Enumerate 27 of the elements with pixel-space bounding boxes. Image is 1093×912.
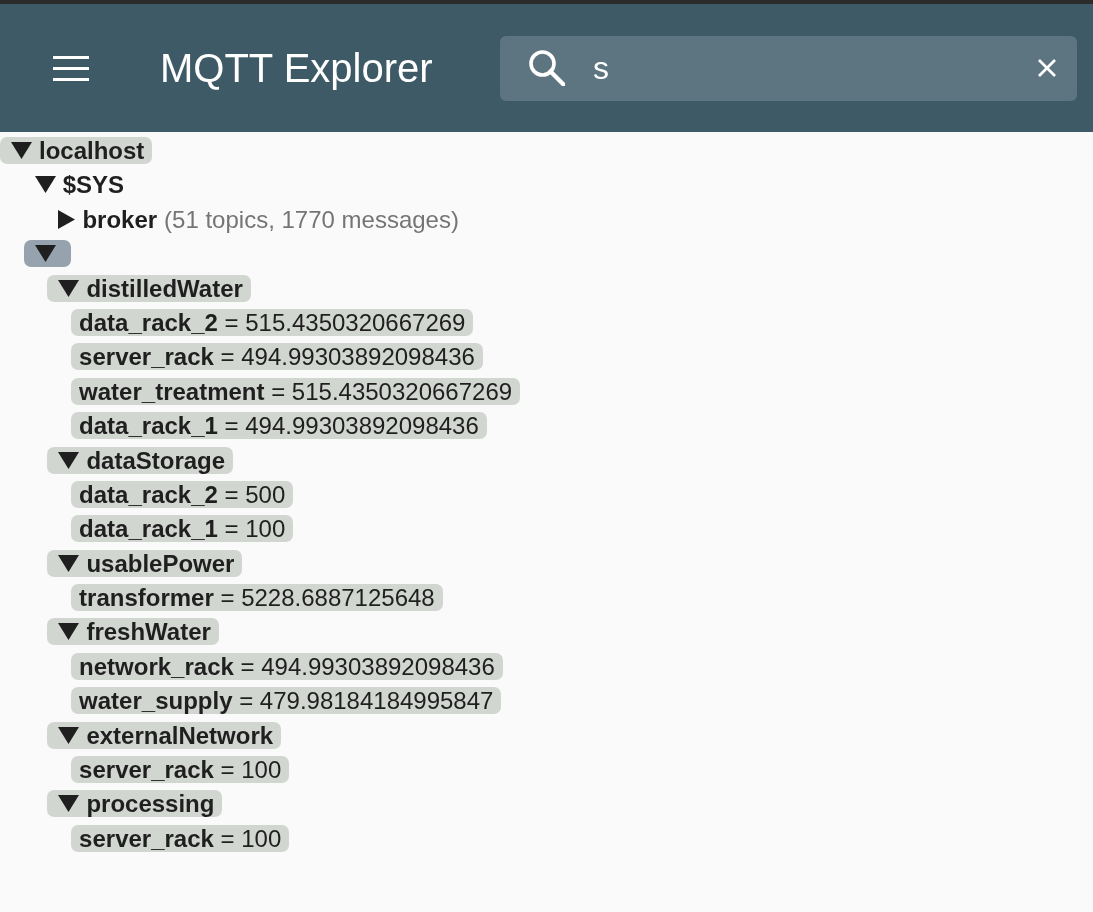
tree-item[interactable]: processing	[47, 790, 223, 818]
tree-item[interactable]: dataStorage	[47, 446, 234, 474]
tree-item[interactable]: water_treatment = 515.4350320667269	[71, 377, 521, 405]
tree-item[interactable]: transformer = 5228.6887125648	[71, 584, 443, 612]
tree-item[interactable]: server_rack = 100	[71, 756, 290, 784]
tree-item[interactable]: externalNetwork	[47, 721, 282, 749]
tree-item[interactable]: usablePower	[47, 549, 243, 577]
tree-item[interactable]: server_rack = 494.99303892098436	[71, 343, 483, 371]
search-field[interactable]: s	[500, 35, 1077, 101]
tree-item[interactable]: network_rack = 494.99303892098436	[71, 652, 503, 680]
tree-item[interactable]: $SYS	[23, 171, 133, 199]
tree-item[interactable]: water_supply = 479.98184184995847	[71, 687, 502, 715]
tree-item[interactable]: data_rack_1 = 494.99303892098436	[71, 412, 487, 440]
tree-item[interactable]: server_rack = 100	[71, 824, 290, 852]
tree-item[interactable]: freshWater	[47, 618, 219, 646]
tree-item[interactable]: localhost	[0, 137, 153, 164]
tree-item[interactable]: broker (51 topics, 1770 messages)	[47, 205, 467, 233]
tree-item[interactable]: data_rack_2 = 515.4350320667269	[71, 308, 474, 336]
search-icon	[529, 50, 565, 86]
menu-icon[interactable]	[53, 55, 89, 81]
tree-item[interactable]: data_rack_2 = 500	[71, 480, 294, 508]
search-input[interactable]: s	[593, 49, 1026, 87]
tree-item[interactable]: data_rack_1 = 100	[71, 515, 294, 543]
app-title: MQTT Explorer	[160, 45, 433, 92]
close-icon[interactable]	[1038, 59, 1056, 77]
tree-item[interactable]: distilledWater	[47, 274, 251, 302]
tree-item[interactable]	[23, 240, 71, 268]
